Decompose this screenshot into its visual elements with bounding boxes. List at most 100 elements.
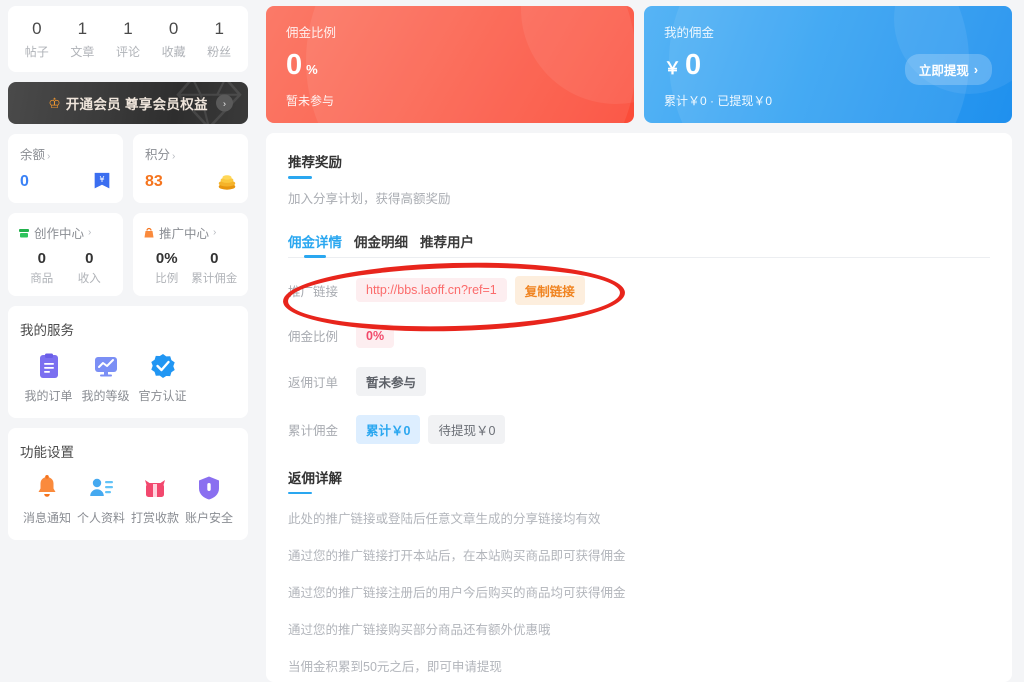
card-subtext: 暂未参与 bbox=[286, 94, 335, 108]
svg-text:¥: ¥ bbox=[99, 174, 104, 184]
user-stats-card: 0 帖子 1 文章 1 评论 0 收藏 1 粉丝 bbox=[8, 6, 248, 72]
setting-label: 账户安全 bbox=[184, 511, 233, 525]
page-root: 0 帖子 1 文章 1 评论 0 收藏 1 粉丝 ♔ 开通会员 尊享会员权益 ›… bbox=[0, 0, 1024, 682]
points-title: 积分 › bbox=[145, 144, 236, 163]
value: 0% bbox=[155, 250, 178, 267]
stat-label: 评论 bbox=[115, 45, 140, 59]
my-services-title: 我的服务 bbox=[20, 323, 74, 338]
card-title: 佣金比例 bbox=[286, 26, 337, 40]
setting-item-profile[interactable]: 个人资料 bbox=[74, 475, 128, 526]
service-label: 官方认证 bbox=[138, 389, 187, 403]
setting-item-tipping[interactable]: 打赏收款 bbox=[128, 475, 182, 526]
green-box-icon bbox=[19, 228, 29, 237]
label: 累计佣金 bbox=[191, 273, 238, 285]
currency-symbol: ￥ bbox=[664, 59, 681, 78]
setting-label: 消息通知 bbox=[22, 511, 71, 525]
stat-label: 收藏 bbox=[161, 45, 186, 59]
row-label: 返佣订单 bbox=[288, 375, 339, 390]
promo-link-value[interactable]: http://bbs.laoff.cn?ref=1 bbox=[356, 278, 507, 302]
my-services-card: 我的服务 我的订单 我的等级 官方认证 bbox=[8, 306, 248, 418]
label: 比例 bbox=[155, 273, 179, 285]
tab-commission-records[interactable]: 佣金明细 bbox=[354, 231, 408, 258]
creator-income: 0 收入 bbox=[66, 250, 114, 286]
vip-upgrade-banner[interactable]: ♔ 开通会员 尊享会员权益 › bbox=[8, 82, 248, 124]
promo-center-card[interactable]: 推广中心 › 0% 比例 0 累计佣金 bbox=[133, 213, 248, 296]
tab-referred-users[interactable]: 推荐用户 bbox=[420, 231, 474, 258]
commission-rate-card: 佣金比例 0 % 暂未参与 bbox=[266, 6, 634, 123]
pending-withdraw-value: 待提现￥0 bbox=[428, 414, 506, 444]
setting-label: 个人资料 bbox=[76, 511, 125, 525]
promo-rate: 0% 比例 bbox=[143, 250, 191, 286]
stat-comments[interactable]: 1 评论 bbox=[105, 18, 151, 60]
stat-fans[interactable]: 1 粉丝 bbox=[196, 18, 242, 60]
stat-value: 0 bbox=[168, 19, 179, 38]
vip-banner-label: 开通会员 尊享会员权益 bbox=[65, 97, 208, 112]
wallet-row: 余额 › 0 ¥ 积分 › 83 bbox=[8, 134, 248, 203]
row-promo-link: 推广链接 http://bbs.laoff.cn?ref=1 复制链接 bbox=[288, 275, 990, 305]
promo-center-header: 推广中心 › bbox=[143, 223, 238, 242]
stat-value: 1 bbox=[214, 19, 224, 38]
settings-title: 功能设置 bbox=[20, 445, 74, 460]
balance-title: 余额 › bbox=[20, 144, 111, 163]
service-item-verified[interactable]: 官方认证 bbox=[134, 353, 191, 404]
label: 商品 bbox=[30, 273, 54, 285]
promo-total: 0 累计佣金 bbox=[191, 250, 239, 286]
service-item-level[interactable]: 我的等级 bbox=[77, 353, 134, 404]
setting-item-notifications[interactable]: 消息通知 bbox=[20, 475, 74, 526]
detail-line: 此处的推广链接或登陆后任意文章生成的分享链接均有效 bbox=[288, 512, 601, 526]
panel-subtitle: 加入分享计划，获得高额奖励 bbox=[288, 191, 451, 206]
balance-label: 余额 bbox=[20, 148, 46, 162]
coins-icon bbox=[218, 175, 236, 190]
verified-badge-icon bbox=[134, 353, 191, 379]
gift-icon bbox=[128, 475, 182, 501]
settings-card: 功能设置 消息通知 个人资料 打赏收款 账户安全 bbox=[8, 428, 248, 540]
withdraw-button-label: 立即提现 bbox=[918, 64, 969, 78]
creator-center-card[interactable]: 创作中心 › 0 商品 0 收入 bbox=[8, 213, 123, 296]
detail-rows: 推广链接 http://bbs.laoff.cn?ref=1 复制链接 佣金比例… bbox=[288, 258, 990, 444]
setting-label: 打赏收款 bbox=[130, 511, 179, 525]
stat-articles[interactable]: 1 文章 bbox=[60, 18, 106, 60]
balance-card[interactable]: 余额 › 0 ¥ bbox=[8, 134, 123, 203]
summary-cards: 佣金比例 0 % 暂未参与 我的佣金 ￥ 0 累计￥0 · 已提现￥0 立即提现 bbox=[266, 6, 1012, 123]
tab-commission-detail[interactable]: 佣金详情 bbox=[288, 231, 342, 258]
stat-posts[interactable]: 0 帖子 bbox=[14, 18, 60, 60]
copy-link-button[interactable]: 复制链接 bbox=[514, 275, 585, 305]
chevron-right-icon: › bbox=[88, 227, 92, 238]
creator-center-header: 创作中心 › bbox=[18, 223, 113, 242]
value: 0 bbox=[210, 250, 219, 267]
card-value: 0 bbox=[685, 49, 702, 81]
centers-row: 创作中心 › 0 商品 0 收入 推广中心 › 0% 比例 0 累计佣金 bbox=[8, 213, 248, 296]
stat-value: 1 bbox=[123, 19, 133, 38]
service-item-orders[interactable]: 我的订单 bbox=[20, 353, 77, 404]
stat-label: 文章 bbox=[70, 45, 95, 59]
setting-item-security[interactable]: 账户安全 bbox=[182, 475, 236, 526]
crown-icon: ♔ bbox=[48, 95, 61, 111]
row-commission-rate: 佣金比例 0% bbox=[288, 323, 990, 348]
panel-tabs: 佣金详情 佣金明细 推荐用户 bbox=[288, 231, 990, 258]
withdraw-button[interactable]: 立即提现 › bbox=[904, 54, 992, 85]
user-card-icon bbox=[74, 475, 128, 501]
detail-title: 返佣详解 bbox=[288, 470, 342, 486]
bell-icon bbox=[20, 475, 74, 501]
total-commission-value: 累计￥0 bbox=[356, 414, 421, 444]
promo-center-label: 推广中心 bbox=[159, 227, 210, 241]
panel-title-wrap: 推荐奖励 bbox=[288, 151, 990, 179]
chevron-right-icon: › bbox=[973, 62, 978, 77]
chevron-right-icon[interactable]: › bbox=[216, 94, 233, 112]
detail-title-wrap: 返佣详解 bbox=[288, 463, 990, 494]
row-total-commission: 累计佣金 累计￥0 待提现￥0 bbox=[288, 414, 990, 444]
chevron-right-icon: › bbox=[213, 227, 217, 238]
monitor-chart-icon bbox=[77, 353, 134, 379]
service-label: 我的订单 bbox=[24, 389, 73, 403]
row-label: 推广链接 bbox=[288, 284, 339, 299]
creator-goods: 0 商品 bbox=[18, 250, 66, 286]
value: 0 bbox=[85, 250, 94, 267]
card-subtext: 累计￥0 · 已提现￥0 bbox=[664, 94, 773, 108]
stat-favorites[interactable]: 0 收藏 bbox=[151, 18, 197, 60]
sidebar: 0 帖子 1 文章 1 评论 0 收藏 1 粉丝 ♔ 开通会员 尊享会员权益 ›… bbox=[0, 0, 256, 682]
detail-lines: 此处的推广链接或登陆后任意文章生成的分享链接均有效 通过您的推广链接打开本站后，… bbox=[288, 508, 990, 682]
points-card[interactable]: 积分 › 83 bbox=[133, 134, 248, 203]
stat-value: 0 bbox=[32, 19, 42, 38]
chevron-right-icon: › bbox=[172, 151, 176, 162]
commission-rate-value: 0% bbox=[356, 323, 395, 348]
